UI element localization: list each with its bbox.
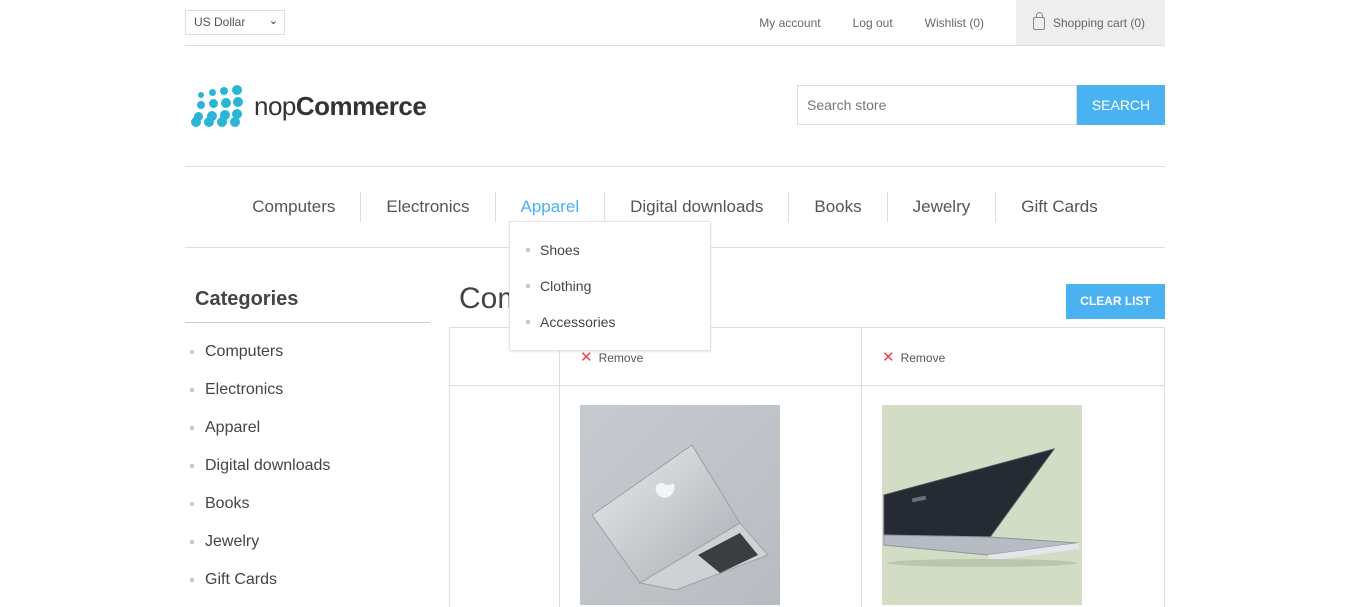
log-out-link[interactable]: Log out: [853, 16, 893, 30]
currency-value: US Dollar: [194, 15, 246, 29]
search-button[interactable]: SEARCH: [1077, 85, 1165, 125]
category-item-gift-cards[interactable]: Gift Cards: [185, 561, 430, 599]
wishlist-link[interactable]: Wishlist (0): [925, 16, 984, 30]
menu-item-apparel[interactable]: Apparel: [496, 192, 606, 222]
category-item-books[interactable]: Books: [185, 485, 430, 523]
category-item-computers[interactable]: Computers: [185, 333, 430, 371]
currency-select[interactable]: US Dollar ⌄: [185, 10, 285, 35]
submenu-item-shoes[interactable]: Shoes: [510, 232, 710, 268]
shopping-cart-link[interactable]: Shopping cart (0): [1016, 0, 1165, 45]
product-image[interactable]: [882, 405, 1082, 605]
header-links: My account Log out Wishlist (0) Shopping…: [759, 0, 1165, 45]
store-logo[interactable]: nopCommerce: [188, 85, 427, 127]
table-divider: [861, 328, 862, 607]
submenu-item-clothing[interactable]: Clothing: [510, 268, 710, 304]
menu-item-gift-cards[interactable]: Gift Cards: [996, 192, 1123, 222]
category-item-jewelry[interactable]: Jewelry: [185, 523, 430, 561]
category-item-apparel[interactable]: Apparel: [185, 409, 430, 447]
category-item-electronics[interactable]: Electronics: [185, 371, 430, 409]
laptop-image: [591, 444, 769, 591]
menu-item-electronics[interactable]: Electronics: [361, 192, 496, 222]
logo-dots-icon: [188, 85, 246, 127]
my-account-link[interactable]: My account: [759, 16, 820, 30]
menu-item-jewelry[interactable]: Jewelry: [888, 192, 997, 222]
menu-item-digital-downloads[interactable]: Digital downloads: [605, 192, 790, 222]
sidebar-title: Categories: [185, 270, 430, 323]
clear-list-button[interactable]: CLEAR LIST: [1066, 284, 1165, 319]
search-input[interactable]: Search store: [797, 85, 1077, 125]
laptop-image: [883, 448, 1080, 567]
logo-text: nopCommerce: [254, 90, 427, 121]
remove-button[interactable]: ✕ Remove: [882, 349, 946, 366]
remove-label: Remove: [900, 351, 946, 365]
remove-label: Remove: [598, 351, 644, 365]
page: US Dollar ⌄ My account Log out Wishlist …: [185, 0, 1165, 607]
compare-products-table: ✕ Remove ✕ Remove: [449, 327, 1165, 607]
table-divider: [559, 328, 560, 607]
close-icon: ✕: [580, 349, 593, 366]
close-icon: ✕: [882, 349, 895, 366]
search-form: Search store SEARCH: [797, 85, 1165, 125]
category-item-digital-downloads[interactable]: Digital downloads: [185, 447, 430, 485]
remove-button[interactable]: ✕ Remove: [580, 349, 644, 366]
shopping-bag-icon: [1033, 12, 1045, 30]
product-image[interactable]: [580, 405, 780, 605]
menu-item-computers[interactable]: Computers: [227, 192, 362, 222]
category-list: Computers Electronics Apparel Digital do…: [185, 323, 430, 599]
shopping-cart-label: Shopping cart (0): [1053, 15, 1146, 30]
header-upper: US Dollar ⌄ My account Log out Wishlist …: [185, 0, 1165, 46]
apparel-submenu: Shoes Clothing Accessories: [509, 221, 711, 351]
chevron-down-icon: ⌄: [268, 15, 278, 27]
table-divider: [450, 385, 1164, 386]
menu-item-books[interactable]: Books: [789, 192, 888, 222]
sidebar: Categories Computers Electronics Apparel…: [185, 270, 430, 599]
submenu-item-accessories[interactable]: Accessories: [510, 304, 710, 340]
